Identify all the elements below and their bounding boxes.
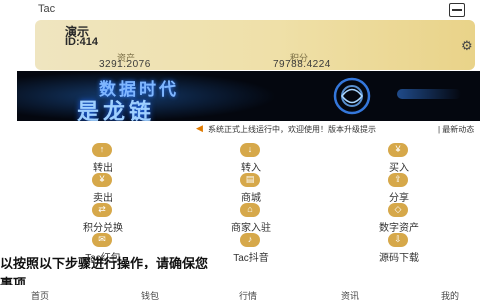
merchant-icon: ⌂	[240, 203, 260, 217]
tab-label: 钱包	[140, 291, 159, 300]
wallet-id: ID:414	[65, 36, 99, 48]
tab-label: 我的	[440, 291, 459, 300]
download-icon: ⇩	[388, 233, 408, 247]
points-value: 79788.4224	[273, 59, 331, 70]
grid-item-label: 买入	[389, 163, 409, 174]
transfer-out-icon: ↑	[92, 143, 112, 157]
notice-bar[interactable]: ◀ 系统正式上线运行中，欢迎使用！版本升级提示 | 最新动态	[0, 121, 500, 135]
share-icon: ⇪	[388, 173, 408, 187]
top-bar: Tac	[0, 0, 500, 20]
chain-logo-icon	[333, 77, 371, 115]
buy-icon: ¥	[388, 143, 408, 157]
tab-wallet[interactable]: 钱包	[120, 286, 180, 300]
mall-icon: ▤	[240, 173, 260, 187]
grid-item-label: 积分兑换	[83, 223, 123, 234]
digital-asset-icon: ◇	[388, 203, 408, 217]
promo-banner[interactable]: 数据时代 是龙链	[17, 71, 480, 121]
grid-item-label: 分享	[389, 193, 409, 204]
tab-profile[interactable]: 我的	[420, 286, 480, 300]
grid-item-label: 卖出	[93, 193, 113, 204]
tab-label: 资讯	[340, 291, 359, 300]
wallet-card[interactable]: 演示 ID:414 ⚙ 资产 3291.2076 积分 79788.4224	[35, 20, 475, 70]
grid-item-label: 数字资产	[379, 223, 419, 234]
grid-item-label: 商城	[241, 193, 261, 204]
grid-item-label: 转入	[241, 163, 261, 174]
sell-icon: ¥	[92, 173, 112, 187]
scan-icon[interactable]	[449, 3, 465, 17]
grid-item-label: 转出	[93, 163, 113, 174]
bottom-tab-bar: 首页 钱包 行情 资讯 我的	[0, 285, 500, 300]
transfer-in-icon: ↓	[240, 143, 260, 157]
overlay-caption-line-1: 以按照以下步骤进行操作，请确保您	[0, 257, 209, 269]
app-title: Tac	[38, 3, 56, 15]
tab-label: 首页	[30, 291, 49, 300]
gear-icon[interactable]: ⚙	[461, 38, 473, 54]
red-packet-icon: ✉	[92, 233, 112, 247]
grid-item-label: 商家入驻	[231, 223, 271, 234]
asset-value: 3291.2076	[99, 59, 151, 70]
banner-subtitle: 是龙链	[77, 99, 156, 121]
video-icon: ♪	[240, 233, 260, 247]
notice-more-link[interactable]: | 最新动态	[438, 124, 474, 135]
speaker-icon: ◀	[196, 123, 203, 133]
banner-streak	[397, 89, 461, 99]
tab-label: 行情	[238, 291, 257, 300]
tab-news[interactable]: 资讯	[320, 286, 380, 300]
tab-market[interactable]: 行情	[218, 286, 278, 300]
tab-home[interactable]: 首页	[10, 286, 70, 300]
points-exchange-icon: ⇄	[92, 203, 112, 217]
notice-text: 系统正式上线运行中，欢迎使用！版本升级提示	[208, 125, 376, 134]
